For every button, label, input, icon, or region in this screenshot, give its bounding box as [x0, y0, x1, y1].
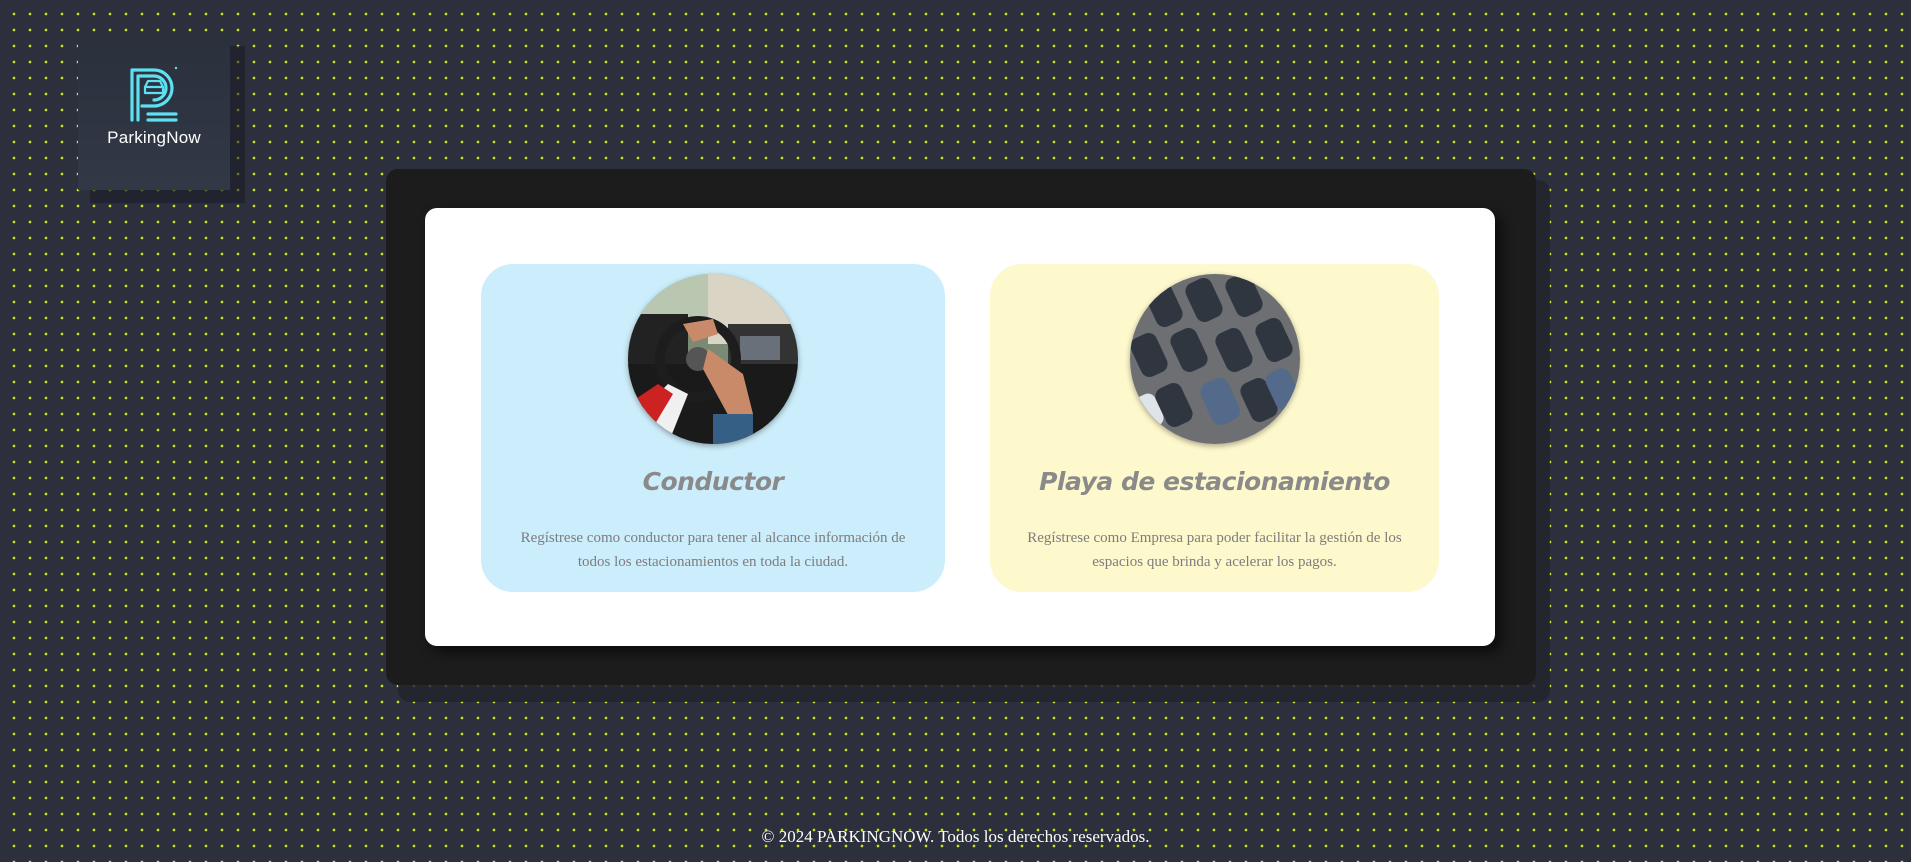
- footer-copyright: © 2024 PARKINGNOW. Todos los derechos re…: [761, 827, 1150, 846]
- parking-p-logo-icon: [130, 66, 178, 122]
- parking-lot-photo: [1130, 274, 1300, 444]
- parking-lot-cars-image: [1130, 274, 1300, 444]
- brand-logo[interactable]: ParkingNow: [78, 36, 230, 190]
- selection-panel: Conductor Regístrese como conductor para…: [425, 208, 1495, 646]
- parking-lot-description: Regístrese como Empresa para poder facil…: [1027, 530, 1402, 570]
- parking-lot-title: Playa de estacionamiento: [1039, 467, 1390, 496]
- parking-lot-card[interactable]: Playa de estacionamiento Regístrese como…: [990, 264, 1439, 592]
- driver-photo: [628, 274, 798, 444]
- conductor-description: Regístrese como conductor para tener al …: [520, 530, 906, 570]
- conductor-card[interactable]: Conductor Regístrese como conductor para…: [481, 264, 945, 592]
- conductor-title: Conductor: [642, 467, 784, 496]
- driver-steering-wheel-image: [628, 274, 798, 444]
- brand-name: ParkingNow: [107, 128, 201, 147]
